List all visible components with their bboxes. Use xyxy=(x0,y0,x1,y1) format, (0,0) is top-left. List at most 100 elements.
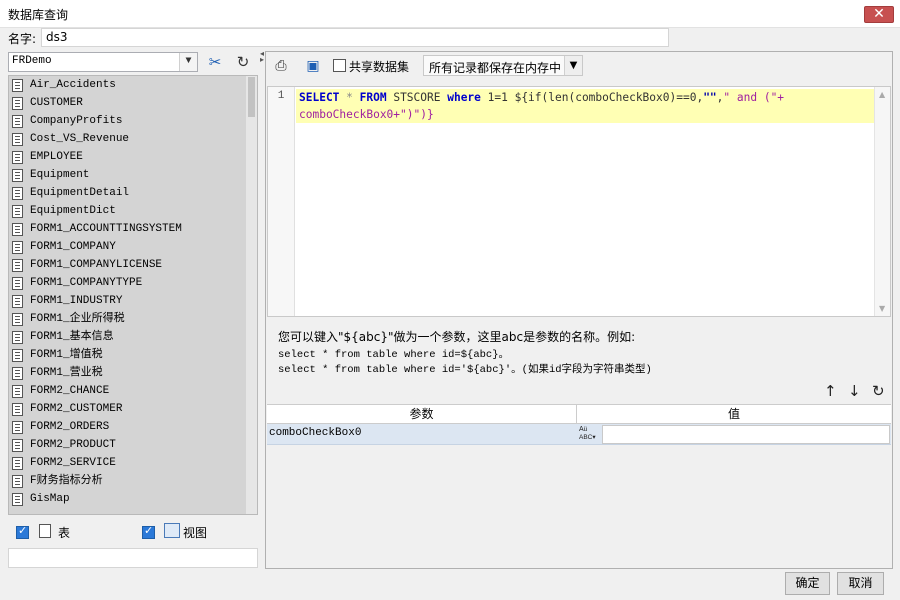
table-list: Air_Accidents CUSTOMER CompanyProfits Cost_… xyxy=(8,75,258,515)
editor-scrollbar[interactable]: ▲ ▼ xyxy=(874,87,890,316)
cancel-button[interactable]: 取消 xyxy=(837,572,884,595)
table-name: FORM2_ORDERS xyxy=(30,421,110,433)
title-bar: 数据库查询 ✕ xyxy=(0,0,900,28)
table-list-item[interactable]: FORM1_COMPANYLICENSE xyxy=(9,256,257,274)
table-name: EquipmentDetail xyxy=(30,187,130,199)
table-list-item[interactable]: FORM1_INDUSTRY xyxy=(9,292,257,310)
table-list-item[interactable]: Equipment xyxy=(9,166,257,184)
ok-button[interactable]: 确定 xyxy=(785,572,830,595)
table-list-item[interactable]: F财务指标分析 xyxy=(9,472,257,490)
table-name: FORM1_COMPANY xyxy=(30,241,116,253)
table-icon xyxy=(12,439,23,452)
table-name: FORM1_COMPANYTYPE xyxy=(30,277,143,289)
table-list-item[interactable]: GisMap xyxy=(9,490,257,508)
param-value-input[interactable] xyxy=(602,425,890,444)
table-list-item[interactable]: FORM1_ACCOUNTTINGSYSTEM xyxy=(9,220,257,238)
parameter-hint: 您可以键入"${abc}"做为一个参数，这里abc是参数的名称。例如: sele… xyxy=(278,328,878,376)
table-name: FORM1_COMPANYLICENSE xyxy=(30,259,163,271)
table-row[interactable]: comboCheckBox0 Aü ABC▾ xyxy=(267,424,891,445)
table-icon xyxy=(12,79,23,92)
column-header-value: 值 xyxy=(727,407,740,421)
table-list-item[interactable]: FORM2_CUSTOMER xyxy=(9,400,257,418)
table-name: FORM1_ACCOUNTTINGSYSTEM xyxy=(30,223,182,235)
sql-editor[interactable]: 1 SELECT * FROM STSCORE where 1=1 ${if(l… xyxy=(267,86,891,317)
line-number-gutter: 1 xyxy=(268,87,295,316)
string-literal: " and ("+ xyxy=(723,91,785,104)
hint-example: select * from table where id='${abc}'。(如… xyxy=(278,364,652,376)
param-name: comboCheckBox0 xyxy=(269,427,362,439)
table-name: FORM2_CHANCE xyxy=(30,385,110,397)
share-dataset-label: 共享数据集 xyxy=(349,60,410,74)
connect-icon[interactable]: ✂ xyxy=(203,51,227,73)
table-icon xyxy=(12,259,23,272)
left-panel: FRDemo ▼ ✂ ↻ ◂ ▸ Air_Accidents CUSTOMER Com… xyxy=(8,50,264,569)
chevron-down-icon[interactable]: ▼ xyxy=(179,53,197,71)
refresh-icon[interactable]: ↻ xyxy=(872,382,885,400)
table-icon xyxy=(12,133,23,146)
table-list-item[interactable]: FORM1_企业所得税 xyxy=(9,310,257,328)
arrow-down-icon[interactable]: ↓ xyxy=(848,382,861,400)
table-list-item[interactable]: FORM1_增值税 xyxy=(9,346,257,364)
table-list-item[interactable]: Cost_VS_Revenue xyxy=(9,130,257,148)
code-text: 1=1 ${if(len(comboCheckBox0)==0, xyxy=(480,91,704,104)
table-list-item[interactable]: EquipmentDict xyxy=(9,202,257,220)
table-icon xyxy=(12,241,23,254)
table-list-item[interactable]: CompanyProfits xyxy=(9,112,257,130)
table-list-item[interactable]: FORM1_COMPANY xyxy=(9,238,257,256)
table-list-item[interactable]: FORM1_营业税 xyxy=(9,364,257,382)
table-list-item[interactable]: FORM2_SERVICE xyxy=(9,454,257,472)
window-title: 数据库查询 xyxy=(8,8,69,22)
table-icon xyxy=(12,313,23,326)
table-list-item[interactable]: EMPLOYEE xyxy=(9,148,257,166)
table-list-item[interactable]: EquipmentDetail xyxy=(9,184,257,202)
parameter-icon[interactable]: ▣ xyxy=(302,56,324,76)
scroll-up-icon[interactable]: ▲ xyxy=(879,90,885,99)
table-list-item[interactable]: Air_Accidents xyxy=(9,76,257,94)
share-dataset-checkbox[interactable] xyxy=(333,59,346,72)
code-text: comboCheckBox0+")")} xyxy=(299,108,434,121)
view-icon xyxy=(164,523,180,538)
scrollbar-thumb[interactable] xyxy=(248,77,255,117)
table-name: FORM1_INDUSTRY xyxy=(30,295,123,307)
store-mode-select[interactable]: 所有记录都保存在内存中 ▼ xyxy=(423,55,583,76)
table-icon xyxy=(12,349,23,362)
table-name: Cost_VS_Revenue xyxy=(30,133,130,145)
refresh-icon[interactable]: ↻ xyxy=(231,51,255,73)
connection-select[interactable]: FRDemo ▼ xyxy=(8,52,198,72)
table-list-item[interactable]: FORM1_COMPANYTYPE xyxy=(9,274,257,292)
table-name: EMPLOYEE xyxy=(30,151,83,163)
table-icon xyxy=(12,421,23,434)
close-button[interactable]: ✕ xyxy=(864,6,894,23)
arrow-up-icon[interactable]: ↑ xyxy=(824,382,837,400)
table-name: FORM2_CUSTOMER xyxy=(30,403,123,415)
name-row: 名字: ds3 xyxy=(0,28,900,50)
preview-icon[interactable]: ⎙ xyxy=(270,56,292,76)
name-label: 名字: xyxy=(8,32,37,46)
store-mode-value: 所有记录都保存在内存中 xyxy=(429,61,562,75)
table-search-input[interactable] xyxy=(8,548,258,568)
keyword: SELECT xyxy=(299,91,340,104)
chevron-down-icon[interactable]: ▼ xyxy=(564,56,582,75)
name-input[interactable]: ds3 xyxy=(41,28,669,47)
table-list-scrollbar[interactable] xyxy=(246,76,257,514)
table-list-item[interactable]: FORM1_基本信息 xyxy=(9,328,257,346)
table-icon xyxy=(12,457,23,470)
table-icon xyxy=(39,524,51,538)
table-list-item[interactable]: CUSTOMER xyxy=(9,94,257,112)
value-type-icon[interactable]: Aü ABC▾ xyxy=(579,425,601,443)
table-icon xyxy=(12,331,23,344)
table-list-item[interactable]: FORM2_CHANCE xyxy=(9,382,257,400)
table-icon xyxy=(12,367,23,380)
table-checkbox[interactable] xyxy=(16,524,29,539)
table-icon xyxy=(12,277,23,290)
table-list-item[interactable]: FORM2_PRODUCT xyxy=(9,436,257,454)
code-area[interactable]: SELECT * FROM STSCORE where 1=1 ${if(len… xyxy=(296,89,874,123)
table-name: FORM1_营业税 xyxy=(30,367,103,379)
scroll-down-icon[interactable]: ▼ xyxy=(879,304,885,313)
table-name: F财务指标分析 xyxy=(30,475,103,487)
table-list-item[interactable]: FORM2_ORDERS xyxy=(9,418,257,436)
table-icon xyxy=(12,385,23,398)
view-checkbox[interactable] xyxy=(142,524,155,539)
table-icon xyxy=(12,403,23,416)
table-header: 参数 值 xyxy=(267,404,891,424)
